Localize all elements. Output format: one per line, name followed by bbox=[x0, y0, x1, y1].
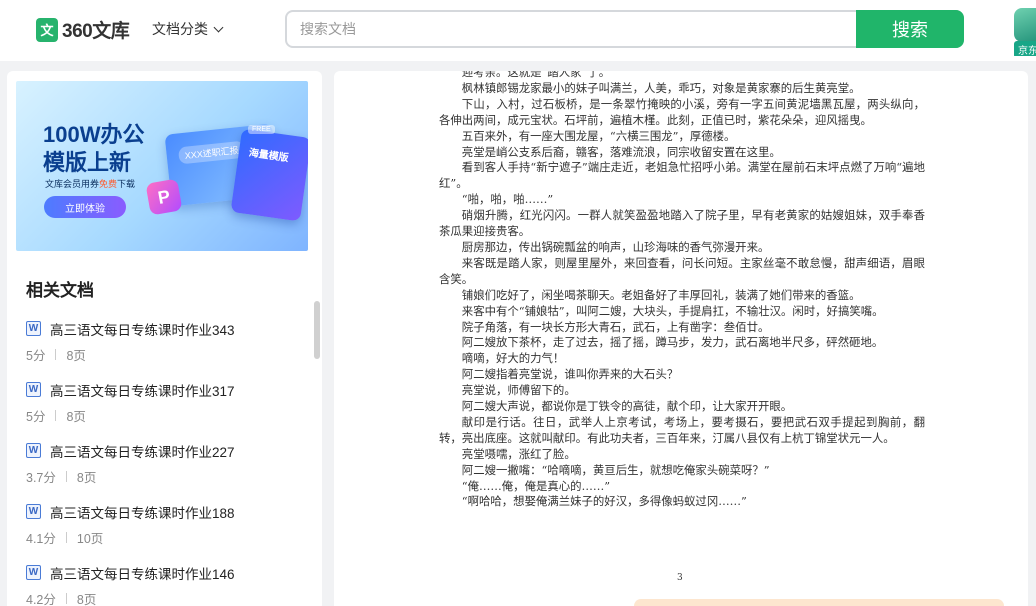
document-paragraph: 亮堂说，师傅留下的。 bbox=[461, 383, 576, 398]
related-doc-meta: 3.7分 8页 bbox=[26, 467, 96, 486]
jd-icon bbox=[1014, 8, 1036, 42]
related-doc-item[interactable]: W 高三语文每日专练课时作业227 3.7分 8页 bbox=[26, 441, 306, 489]
doc-score: 3.7分 bbox=[26, 471, 56, 485]
document-paragraph: 阿二嫂放下茶杯，走了过去，摇了摇，蹲马步，发力，武石离地半尺多，砰然砸地。 bbox=[461, 335, 884, 350]
document-paragraph: 来客既是踏人家，则屋里屋外，来回查看，问长问短。主家丝毫不敢怠慢，甜声细语，眉眼… bbox=[439, 255, 925, 286]
category-menu-label: 文档分类 bbox=[152, 21, 208, 37]
word-icon: W bbox=[26, 565, 41, 580]
powerpoint-icon: P bbox=[145, 178, 183, 216]
document-paragraph: 枫林镇郎锡龙家最小的妹子叫满兰，人美，乖巧，对象是黄家寨的后生黄亮堂。 bbox=[461, 80, 861, 95]
free-tag: FREE bbox=[248, 125, 275, 134]
category-menu[interactable]: 文档分类 bbox=[152, 19, 224, 39]
document-paragraph: 硝烟升腾，红光闪闪。一群人就笑盈盈地踏入了院子里，早有老黄家的姑嫂姐妹，双手奉香… bbox=[439, 208, 925, 239]
document-paragraph: 阿二嫂指着亮堂说，谁叫你弄来的大石头？ bbox=[461, 367, 679, 382]
doc-pages: 10页 bbox=[76, 532, 104, 546]
related-doc-item[interactable]: W 高三语文每日专练课时作业317 5分 8页 bbox=[26, 380, 306, 428]
document-paragraph: 看到客人手持“新宁遮子”端庄走近，老姐急忙招呼小弟。满堂在屋前石末坪点燃了万响“… bbox=[439, 160, 925, 191]
word-icon: W bbox=[26, 382, 41, 397]
jd-promo-badge[interactable]: 京东 bbox=[1012, 6, 1036, 56]
document-paragraph: 亮堂是峭公支系后裔，赣客，落难流浪，同宗收留安置在这里。 bbox=[461, 144, 781, 159]
document-paragraph: 五百来外，有一座大围龙屋，“六横三围龙”，厚德楼。 bbox=[461, 128, 736, 143]
document-page-body: 迎考亲。这就是“踏人家”了。 枫林镇郎锡龙家最小的妹子叫满兰，人美，乖巧，对象是… bbox=[439, 71, 925, 510]
jd-label: 京东 bbox=[1014, 41, 1036, 56]
related-docs-title: 相关文档 bbox=[26, 281, 94, 300]
doc-score: 4.1分 bbox=[26, 532, 56, 546]
search-input[interactable] bbox=[287, 12, 857, 46]
document-paragraph: 阿二嫂大声说，都说你是丁铁令的高徒，献个印，让大家开开眼。 bbox=[461, 399, 793, 414]
doc-pages: 8页 bbox=[76, 593, 97, 606]
related-doc-title: 高三语文每日专练课时作业343 bbox=[50, 323, 235, 338]
document-paragraph: “啊哈哈，想娶俺满兰妹子的好汉，多得像蚂蚁过冈……” bbox=[461, 494, 747, 509]
doc-pages: 8页 bbox=[66, 410, 86, 424]
top-header: 文 360文库 文档分类 搜索 京东 bbox=[0, 0, 1036, 61]
document-paragraph: 下山，入村，过石板桥，是一条翠竹掩映的小溪，旁有一字五间黄泥墙黑瓦屋，两头纵向，… bbox=[439, 96, 925, 127]
related-doc-title: 高三语文每日专练课时作业146 bbox=[50, 567, 235, 582]
document-viewer: 迎考亲。这就是“踏人家”了。 枫林镇郎锡龙家最小的妹子叫满兰，人美，乖巧，对象是… bbox=[334, 71, 1028, 606]
bottom-promo-bar[interactable] bbox=[634, 599, 1004, 606]
related-doc-title: 高三语文每日专练课时作业188 bbox=[50, 506, 235, 521]
document-paragraph: 来客中有个“铺娘牯”，叫阿二嫂，大块头，手提肩扛，不输壮汉。闲时，好搞笑嘴。 bbox=[461, 303, 884, 318]
page-number: 3 bbox=[677, 573, 683, 583]
document-paragraph: 院子角落，有一块长方形大青石，武石，上有凿字：叁佰廿。 bbox=[461, 319, 770, 334]
related-doc-title: 高三语文每日专练课时作业227 bbox=[50, 445, 235, 460]
search-button[interactable]: 搜索 bbox=[856, 10, 964, 48]
logo-icon: 文 bbox=[36, 17, 58, 42]
document-paragraph: 嘀嘀，好大的力气！ bbox=[461, 351, 565, 366]
sidebar-scrollbar[interactable] bbox=[314, 301, 320, 359]
document-paragraph: 厨房那边，传出锅碗瓢盆的响声，山珍海味的香气弥漫开来。 bbox=[461, 239, 770, 254]
promo-banner[interactable]: 100W办公 模版上新 文库会员用券免费下载 立即体验 XXX述职汇报 海量模版… bbox=[16, 81, 308, 251]
related-doc-item[interactable]: W 高三语文每日专练课时作业146 4.2分 8页 bbox=[26, 563, 306, 606]
document-paragraph: 阿二嫂一撇嘴：“哈嘀嘀，黄亘后生，就想吃俺家头碗菜呀？” bbox=[461, 462, 770, 477]
document-paragraph: 迎考亲。这就是“踏人家”了。 bbox=[461, 71, 611, 79]
word-icon: W bbox=[26, 321, 41, 336]
document-paragraph: “啪，啪，啪……” bbox=[461, 192, 554, 207]
related-doc-item[interactable]: W 高三语文每日专练课时作业343 5分 8页 bbox=[26, 319, 306, 367]
card-label: XXX述职汇报 bbox=[177, 140, 246, 165]
banner-subtitle: 文库会员用券免费下载 bbox=[45, 179, 136, 189]
sidebar: 100W办公 模版上新 文库会员用券免费下载 立即体验 XXX述职汇报 海量模版… bbox=[7, 71, 322, 606]
card-label: 海量模版 bbox=[248, 147, 290, 165]
chevron-down-icon bbox=[213, 22, 224, 32]
related-doc-meta: 5分 8页 bbox=[26, 345, 86, 364]
document-paragraph: 亮堂嗫嚅，涨红了脸。 bbox=[461, 446, 576, 461]
doc-score: 5分 bbox=[26, 410, 46, 424]
related-doc-meta: 4.1分 10页 bbox=[26, 528, 103, 547]
site-logo[interactable]: 文 360文库 bbox=[36, 16, 130, 43]
banner-subtitle-highlight: 免费 bbox=[99, 179, 118, 189]
logo-text: 360文库 bbox=[62, 21, 130, 42]
banner-title: 100W办公 模版上新 bbox=[43, 122, 145, 175]
word-icon: W bbox=[26, 504, 41, 519]
related-doc-title: 高三语文每日专练课时作业317 bbox=[50, 384, 235, 399]
related-doc-meta: 5分 8页 bbox=[26, 406, 86, 425]
word-icon: W bbox=[26, 443, 41, 458]
template-card-icon: 海量模版 bbox=[230, 128, 308, 222]
related-doc-meta: 4.2分 8页 bbox=[26, 589, 96, 606]
document-paragraph: 铺娘们吃好了，闲坐喝茶聊天。老姐备好了丰厚回礼，装满了她们带来的香篮。 bbox=[461, 287, 861, 302]
document-paragraph: 献印是行话。往日，武举人上京考试，考场上，要考摄石，要把武石双手提起到胸前，翻转… bbox=[439, 414, 925, 445]
doc-pages: 8页 bbox=[66, 349, 86, 363]
doc-score: 5分 bbox=[26, 349, 46, 363]
related-doc-item[interactable]: W 高三语文每日专练课时作业188 4.1分 10页 bbox=[26, 502, 306, 550]
doc-pages: 8页 bbox=[76, 471, 97, 485]
doc-score: 4.2分 bbox=[26, 593, 56, 606]
try-now-button[interactable]: 立即体验 bbox=[44, 196, 126, 218]
document-paragraph: “俺……俺，俺是真心的……” bbox=[461, 478, 611, 493]
